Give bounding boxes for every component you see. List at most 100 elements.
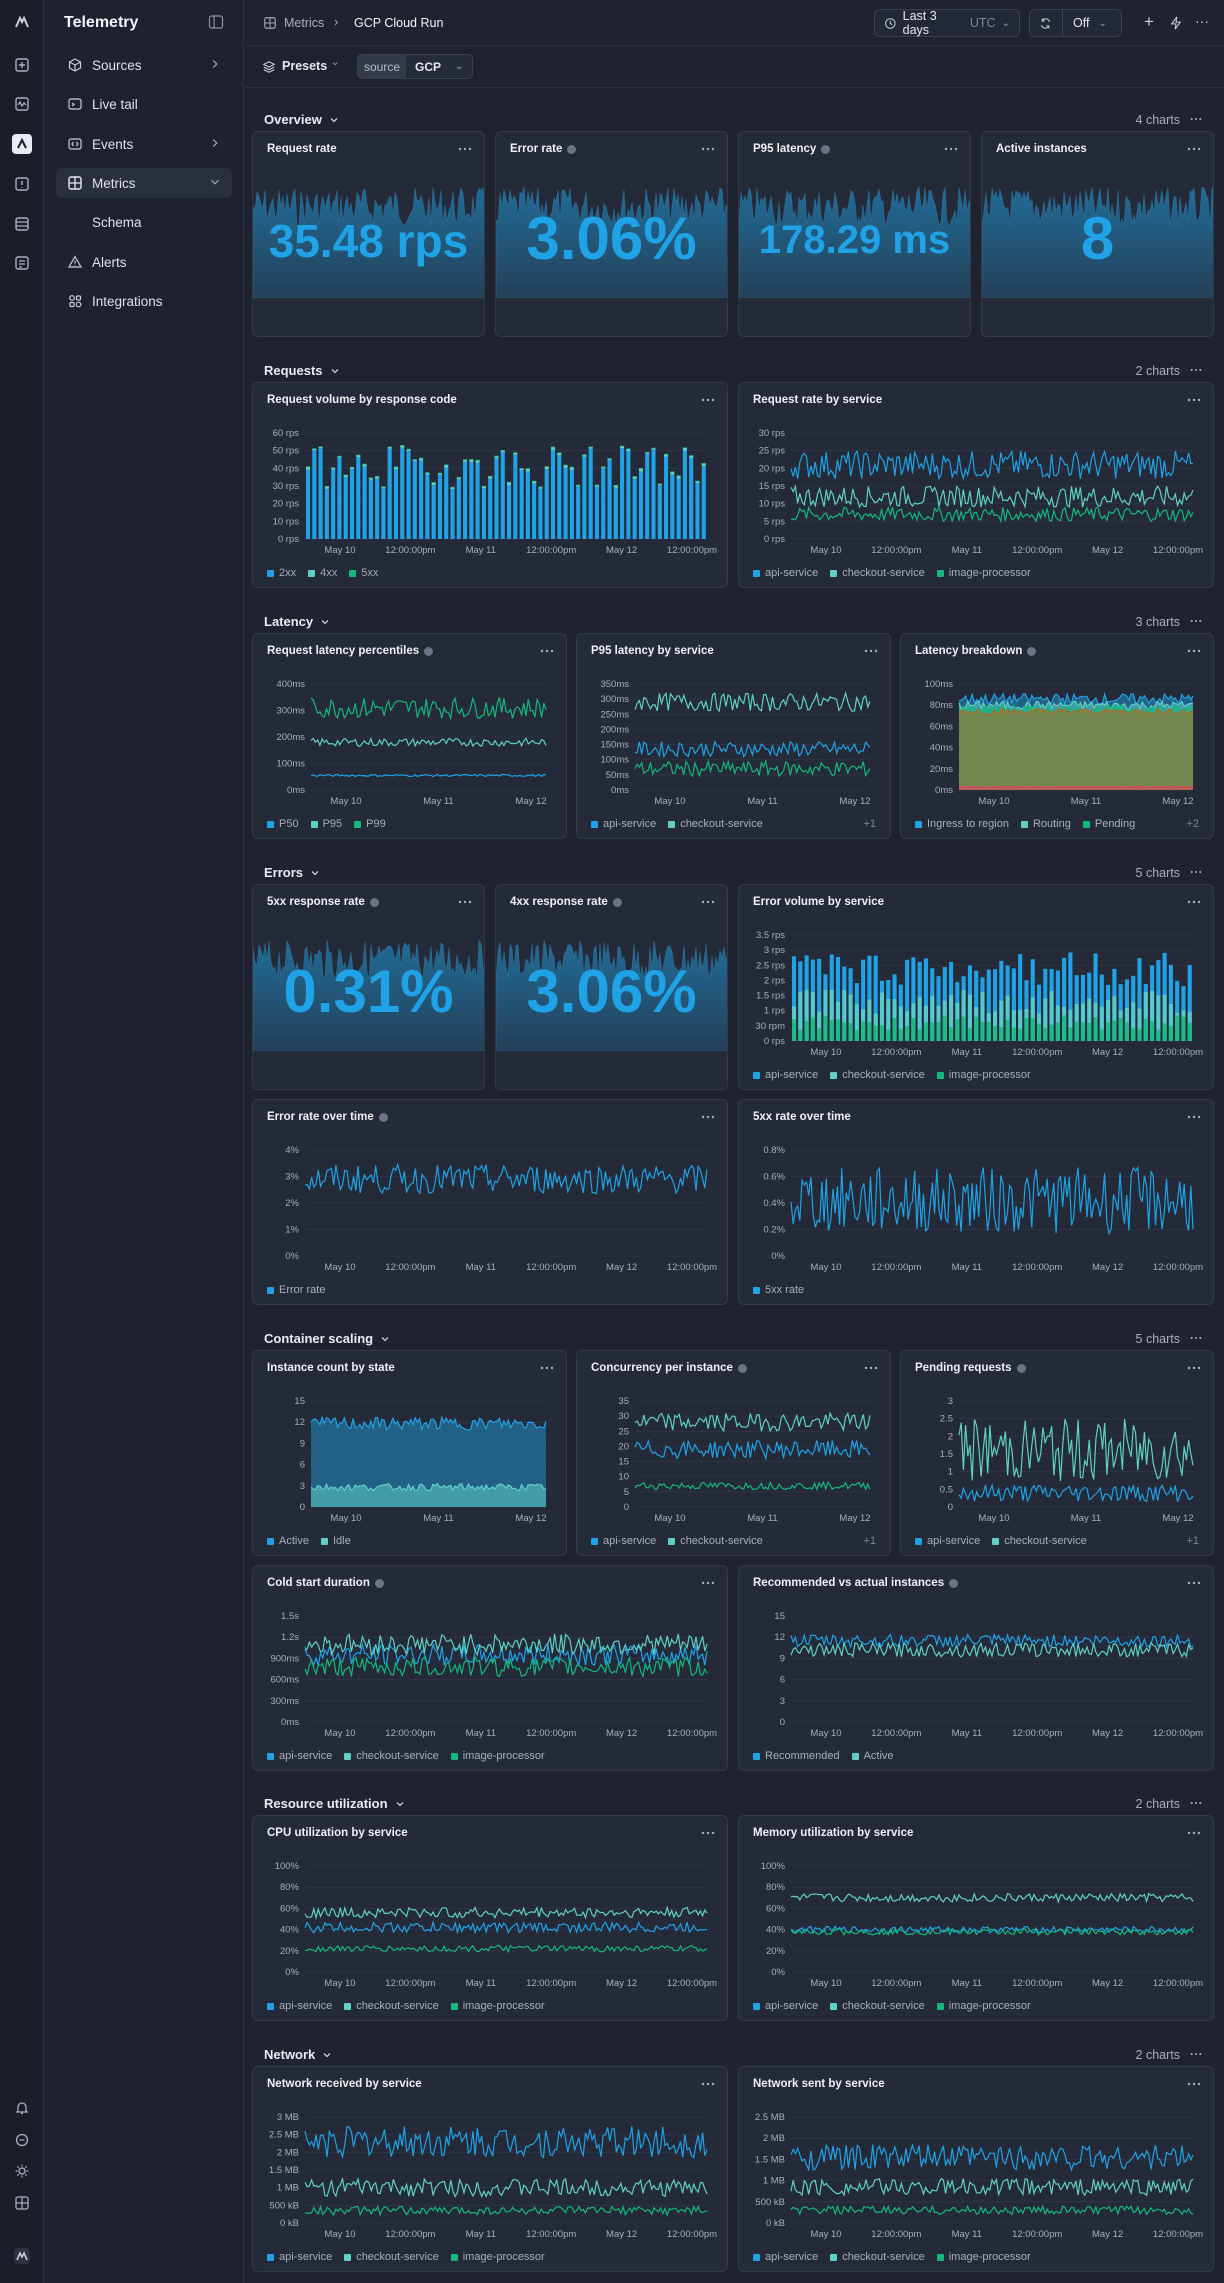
chart-card-c12[interactable]: Cold start duration 1.5s 1.2s 900ms 600ms 300… [252, 1565, 728, 1771]
legend-item[interactable]: 5xx rate [753, 1284, 804, 1296]
chart-card-c11[interactable]: Pending requests 3 2.5 2 1.5 1 0.5 0 May 10 May 1… [900, 1350, 1214, 1556]
section-menu-icon[interactable] [1190, 870, 1202, 874]
legend-item[interactable]: image-processor [936, 2251, 1031, 2263]
legend-item[interactable]: api-service [267, 2000, 332, 2012]
legend-item[interactable]: 4xx [308, 567, 337, 579]
chart-card-c10[interactable]: Concurrency per instance 35 30 25 20 15 10 5 0 Ma… [576, 1350, 891, 1556]
legend-item[interactable]: image-processor [936, 2000, 1031, 2012]
legend-item[interactable]: image-processor [450, 2000, 545, 2012]
chart-card-c13[interactable]: Recommended vs actual instances 15 12 9 6 3 0 M… [738, 1565, 1214, 1771]
sidebar-item-events[interactable]: Events [56, 129, 232, 159]
card-menu-icon[interactable] [458, 897, 472, 907]
sidebar-item-live-tail[interactable]: Live tail [56, 89, 232, 119]
legend-item[interactable]: Pending [1082, 818, 1135, 830]
card-menu-icon[interactable] [944, 144, 958, 154]
legend-item[interactable]: Error rate [267, 1284, 325, 1296]
chart-card-c16[interactable]: Network received by service 3 MB 2.5 MB 2 M… [252, 2066, 728, 2272]
logo-icon[interactable] [12, 12, 32, 32]
metrics-app-icon[interactable] [12, 134, 32, 154]
legend-item[interactable]: checkout-service [830, 1069, 925, 1081]
sidebar-toggle-icon[interactable] [208, 14, 224, 30]
section-menu-icon[interactable] [1190, 1336, 1202, 1340]
info-icon[interactable] [821, 144, 831, 154]
sun-icon[interactable] [12, 2161, 32, 2181]
legend-item[interactable]: Routing [1020, 818, 1071, 830]
card-menu-icon[interactable] [1187, 144, 1201, 154]
legend-item[interactable]: checkout-service [344, 2251, 439, 2263]
stat-card-req_rate[interactable]: Request rate 35.48 rps [252, 131, 485, 337]
stat-card-err_rate[interactable]: Error rate 3.06% [495, 131, 728, 337]
lightning-icon[interactable] [1169, 16, 1183, 30]
legend-item[interactable]: Active [267, 1535, 309, 1547]
section-menu-icon[interactable] [1190, 2052, 1202, 2056]
stat-card-r5xx[interactable]: 5xx response rate 0.31% [252, 884, 485, 1090]
stat-card-p95[interactable]: P95 latency 178.29 ms [738, 131, 971, 337]
legend-item[interactable]: checkout-service [668, 1535, 763, 1547]
section-header-requests[interactable]: Requests [264, 363, 341, 378]
legend-item[interactable]: checkout-service [830, 2000, 925, 2012]
bell-icon[interactable] [12, 2098, 32, 2118]
apps-icon[interactable] [12, 2193, 32, 2213]
source-filter-chip[interactable]: source GCP ⌄ [357, 54, 473, 79]
section-menu-icon[interactable] [1190, 1801, 1202, 1805]
section-header-resource[interactable]: Resource utilization [264, 1796, 406, 1811]
section-header-errors[interactable]: Errors [264, 865, 321, 880]
time-range-button[interactable]: Last 3 days UTC ⌄ [874, 9, 1020, 37]
legend-item[interactable]: Recommended [753, 1750, 840, 1762]
legend-item[interactable]: image-processor [450, 2251, 545, 2263]
legend-item[interactable]: checkout-service [992, 1535, 1087, 1547]
legend-item[interactable]: P50 [267, 818, 299, 830]
sidebar-item-schema[interactable]: Schema [80, 207, 230, 237]
legend-item[interactable]: checkout-service [344, 1750, 439, 1762]
legend-item[interactable]: api-service [267, 2251, 332, 2263]
legend-item[interactable]: Ingress to region [915, 818, 1009, 830]
legend-item[interactable]: api-service [915, 1535, 980, 1547]
chart-card-c17[interactable]: Network sent by service 2.5 MB 2 MB 1.5 MB 1… [738, 2066, 1214, 2272]
legend-item[interactable]: P95 [310, 818, 342, 830]
section-header-network[interactable]: Network [264, 2047, 333, 2062]
stat-card-inst[interactable]: Active instances 8 [981, 131, 1214, 337]
legend-item[interactable]: api-service [267, 1750, 332, 1762]
chart-card-c7[interactable]: Error rate over time 4% 3% 2% 1% 0% May 10 12:0… [252, 1099, 728, 1305]
chart-card-c2[interactable]: Request rate by service 30 rps 25 rps 20 rp… [738, 382, 1214, 588]
table-icon[interactable] [12, 214, 32, 234]
info-icon[interactable] [567, 144, 577, 154]
activity-icon[interactable] [12, 94, 32, 114]
legend-item[interactable]: image-processor [936, 567, 1031, 579]
sidebar-item-integrations[interactable]: Integrations [56, 286, 232, 316]
section-menu-icon[interactable] [1190, 619, 1202, 623]
chart-card-c4[interactable]: P95 latency by service 350ms 300ms 250ms 200… [576, 633, 891, 839]
legend-item[interactable]: api-service [753, 567, 818, 579]
chart-card-c9[interactable]: Instance count by state 15 12 9 6 3 0 May 10 May… [252, 1350, 567, 1556]
chart-card-c14[interactable]: CPU utilization by service 100% 80% 60% 40% 2… [252, 1815, 728, 2021]
legend-item[interactable]: checkout-service [830, 567, 925, 579]
chart-card-c15[interactable]: Memory utilization by service 100% 80% 60% 4… [738, 1815, 1214, 2021]
legend-item[interactable]: api-service [753, 2251, 818, 2263]
sidebar-item-metrics[interactable]: Metrics [56, 168, 232, 198]
legend-item[interactable]: checkout-service [344, 2000, 439, 2012]
stat-card-r4xx[interactable]: 4xx response rate 3.06% [495, 884, 728, 1090]
refresh-icon[interactable] [1039, 17, 1052, 30]
chart-card-c1[interactable]: Request volume by response code 60 rps 50 … [252, 382, 728, 588]
refresh-control[interactable]: Off ⌄ [1029, 9, 1122, 37]
section-header-latency[interactable]: Latency [264, 614, 331, 629]
card-menu-icon[interactable] [701, 144, 715, 154]
legend-item[interactable]: api-service [753, 1069, 818, 1081]
sidebar-item-sources[interactable]: Sources [56, 50, 232, 80]
legend-item[interactable]: api-service [591, 818, 656, 830]
legend-item[interactable]: 5xx [349, 567, 378, 579]
section-menu-icon[interactable] [1190, 368, 1202, 372]
legend-more[interactable]: +1 [1186, 1535, 1199, 1547]
chart-card-c6[interactable]: Error volume by service 3.5 rps 3 rps 2.5 r… [738, 884, 1214, 1090]
legend-item[interactable]: checkout-service [668, 818, 763, 830]
legend-item[interactable]: api-service [753, 2000, 818, 2012]
avatar[interactable] [12, 2246, 32, 2266]
info-icon[interactable] [369, 897, 379, 907]
legend-item[interactable]: image-processor [450, 1750, 545, 1762]
document-icon[interactable] [12, 253, 32, 273]
add-square-icon[interactable] [12, 55, 32, 75]
breadcrumb-metrics[interactable]: Metrics [284, 16, 324, 30]
chart-card-c5[interactable]: Latency breakdown 100ms 80ms 60ms 40ms 20ms 0m… [900, 633, 1214, 839]
legend-more[interactable]: +2 [1186, 818, 1199, 830]
sidebar-item-alerts[interactable]: Alerts [56, 247, 232, 277]
